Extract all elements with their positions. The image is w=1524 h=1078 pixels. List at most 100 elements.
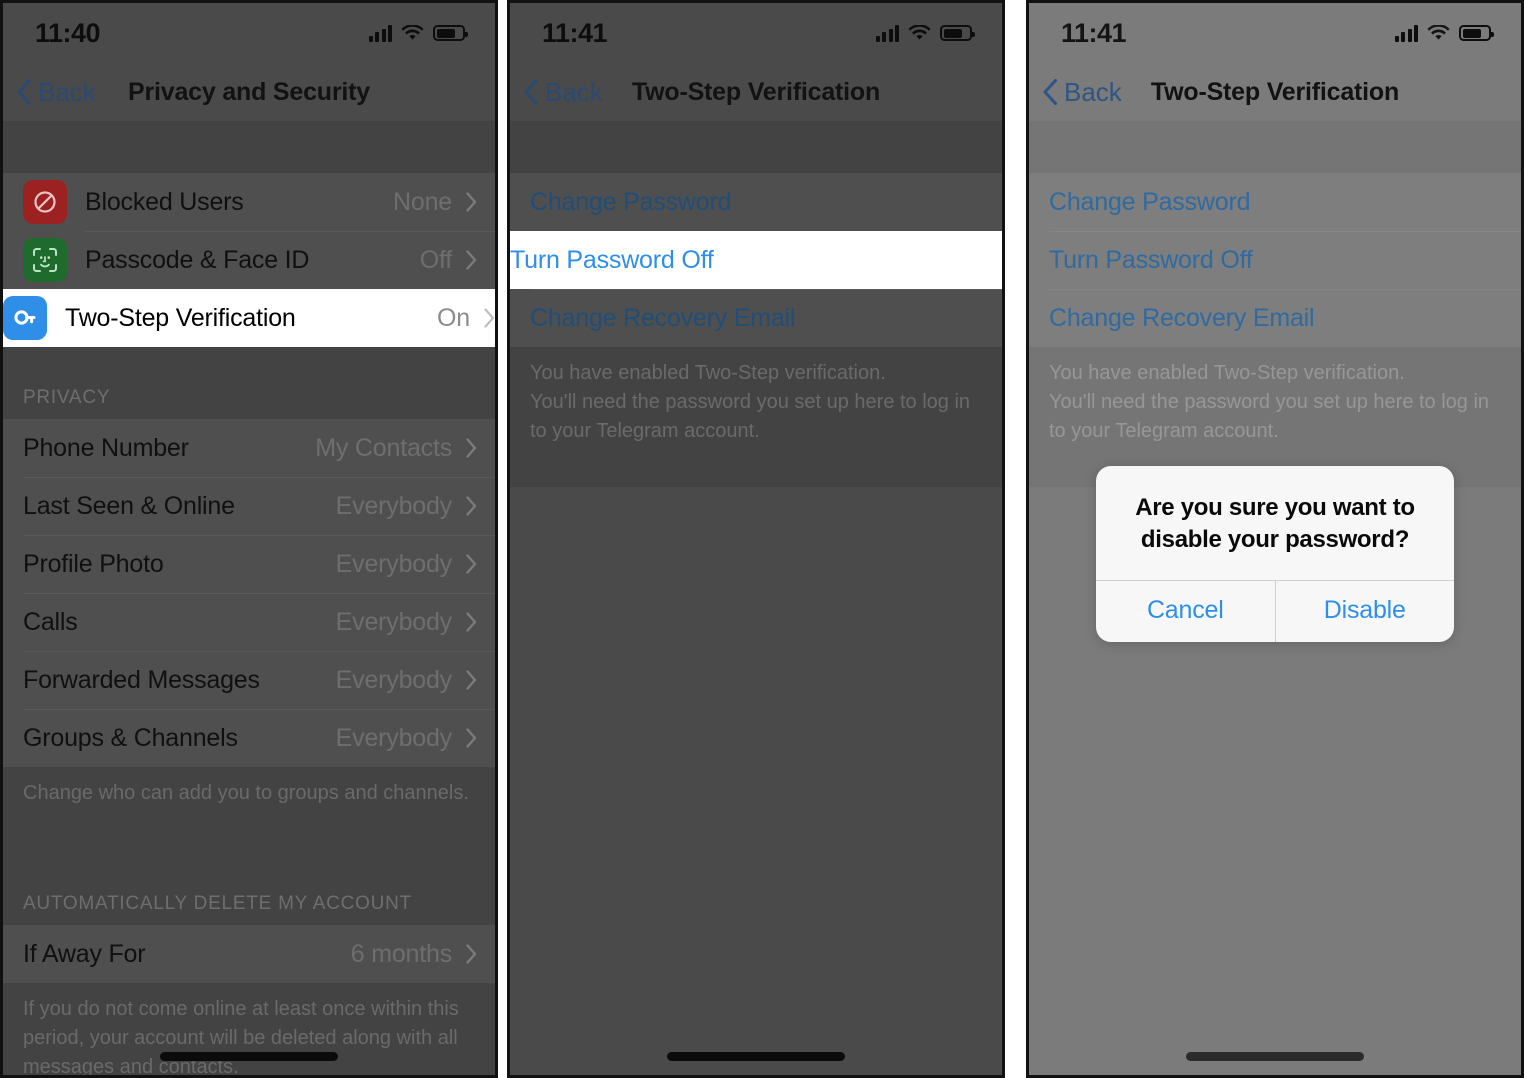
list-item-label: Passcode & Face ID	[85, 245, 310, 274]
blocked-users-icon	[23, 180, 67, 224]
disable-button[interactable]: Disable	[1274, 581, 1455, 642]
two-step-footnote: You have enabled Two-Step verification. …	[530, 362, 971, 442]
chevron-left-icon	[1043, 79, 1057, 105]
list-item-value: 6 months	[350, 939, 452, 968]
list-item-label: Calls	[23, 607, 78, 636]
privacy-footnote-gap: Change who can add you to groups and cha…	[3, 767, 495, 875]
phone-panel-privacy-security: 11:40 Back Privacy and Security Blocked …	[0, 0, 498, 1078]
delete-footnote-gap: If you do not come online at least once …	[3, 983, 495, 1075]
back-button[interactable]: Back	[524, 77, 603, 108]
list-item-profile-photo[interactable]: Profile Photo Everybody	[3, 535, 495, 593]
home-indicator[interactable]	[160, 1052, 338, 1061]
list-item-label: Change Recovery Email	[530, 303, 796, 332]
chevron-right-icon	[466, 670, 477, 690]
section-header-privacy: PRIVACY	[23, 387, 111, 408]
battery-icon	[940, 25, 975, 41]
cellular-icon	[368, 24, 392, 42]
disable-password-dialog: Are you sure you want to disable your pa…	[1096, 466, 1454, 642]
list-item-turn-password-off[interactable]: Turn Password Off	[510, 231, 1002, 289]
screen-3: 11:41 Back Two-Step Verification Change …	[1029, 3, 1521, 1075]
nav-bar-1: Back Privacy and Security	[3, 63, 495, 121]
list-item-last-seen-online[interactable]: Last Seen & Online Everybody	[3, 477, 495, 535]
status-icon-group	[875, 24, 975, 42]
nav-bar-2: Back Two-Step Verification	[510, 63, 1002, 121]
list-item-forwarded-messages[interactable]: Forwarded Messages Everybody	[3, 651, 495, 709]
chevron-left-icon	[524, 79, 538, 105]
auto-delete-group: If Away For 6 months	[3, 925, 495, 983]
home-indicator[interactable]	[1186, 1052, 1364, 1061]
list-item-label: Two-Step Verification	[65, 303, 296, 332]
chevron-right-icon	[466, 728, 477, 748]
list-item-value: Everybody	[335, 491, 453, 520]
key-icon	[3, 296, 47, 340]
chevron-right-icon	[466, 612, 477, 632]
status-icon-group	[368, 24, 468, 42]
list-item-value: My Contacts	[315, 433, 452, 462]
privacy-section-gap: PRIVACY	[3, 347, 495, 419]
chevron-right-icon	[466, 944, 477, 964]
list-top-gap	[510, 121, 1002, 173]
chevron-right-icon	[466, 250, 477, 270]
list-item-blocked-users[interactable]: Blocked Users None	[3, 173, 495, 231]
list-item-value: Everybody	[335, 549, 453, 578]
list-item-calls[interactable]: Calls Everybody	[3, 593, 495, 651]
list-item-groups-channels[interactable]: Groups & Channels Everybody	[3, 709, 495, 767]
battery-icon	[433, 25, 468, 41]
face-id-icon	[23, 238, 67, 282]
back-button[interactable]: Back	[17, 77, 96, 108]
home-indicator[interactable]	[667, 1052, 845, 1061]
chevron-right-icon	[466, 192, 477, 212]
settings-list-1[interactable]: Blocked Users None Passcode & Face ID Of…	[3, 121, 495, 1075]
list-item-label: Profile Photo	[23, 549, 164, 578]
back-button[interactable]: Back	[1043, 77, 1122, 108]
list-item-label: Phone Number	[23, 433, 189, 462]
security-group: Blocked Users None Passcode & Face ID Of…	[3, 173, 495, 347]
list-item-value: Everybody	[335, 607, 453, 636]
screen-1: 11:40 Back Privacy and Security Blocked …	[3, 3, 495, 1075]
list-item-label: Blocked Users	[85, 187, 244, 216]
chevron-right-icon	[466, 438, 477, 458]
dialog-message: Are you sure you want to disable your pa…	[1135, 494, 1415, 553]
screen-2: 11:41 Back Two-Step Verification Change …	[510, 3, 1002, 1075]
privacy-footnote: Change who can add you to groups and cha…	[23, 782, 469, 804]
privacy-group: Phone Number My Contacts Last Seen & Onl…	[3, 419, 495, 767]
settings-list-2[interactable]: Change Password Turn Password Off Change…	[510, 121, 1002, 1075]
footnote-gap: You have enabled Two-Step verification. …	[510, 347, 1002, 487]
status-bar-2: 11:41	[510, 3, 1002, 63]
list-item-if-away-for[interactable]: If Away For 6 months	[3, 925, 495, 983]
chevron-right-icon	[466, 554, 477, 574]
list-item-value: Everybody	[335, 665, 453, 694]
three-phone-screenshot-stage: 11:40 Back Privacy and Security Blocked …	[0, 0, 1524, 1078]
back-label: Back	[1064, 76, 1122, 107]
dialog-actions: Cancel Disable	[1096, 580, 1454, 642]
chevron-right-icon	[466, 496, 477, 516]
list-item-value: None	[393, 187, 452, 216]
list-item-value: Everybody	[335, 723, 453, 752]
cellular-icon	[875, 24, 899, 42]
status-time: 11:41	[542, 17, 608, 48]
chevron-right-icon	[484, 308, 495, 328]
list-item-label: If Away For	[23, 939, 146, 968]
chevron-left-icon	[17, 79, 31, 105]
list-item-value: On	[437, 303, 470, 332]
wifi-icon	[401, 24, 424, 42]
list-item-label: Groups & Channels	[23, 723, 238, 752]
list-item-passcode-face-id[interactable]: Passcode & Face ID Off	[3, 231, 495, 289]
list-item-change-recovery-email[interactable]: Change Recovery Email	[510, 289, 1002, 347]
auto-delete-footnote: If you do not come online at least once …	[23, 998, 459, 1075]
phone-panel-two-step-verification: 11:41 Back Two-Step Verification Change …	[507, 0, 1005, 1078]
delete-section-gap: AUTOMATICALLY DELETE MY ACCOUNT	[3, 875, 495, 925]
list-item-label: Change Password	[530, 187, 732, 216]
list-item-label: Last Seen & Online	[23, 491, 235, 520]
list-item-value: Off	[419, 245, 452, 274]
cancel-button[interactable]: Cancel	[1096, 581, 1275, 642]
two-step-actions-group: Change Password Turn Password Off Change…	[510, 173, 1002, 347]
list-item-two-step-verification[interactable]: Two-Step Verification On	[3, 289, 495, 347]
list-item-change-password[interactable]: Change Password	[510, 173, 1002, 231]
list-top-gap	[3, 121, 495, 173]
section-header-auto-delete: AUTOMATICALLY DELETE MY ACCOUNT	[23, 893, 412, 914]
list-item-phone-number[interactable]: Phone Number My Contacts	[3, 419, 495, 477]
back-label: Back	[38, 76, 96, 107]
phone-panel-disable-password-dialog: 11:41 Back Two-Step Verification Change …	[1026, 0, 1524, 1078]
wifi-icon	[908, 24, 931, 42]
